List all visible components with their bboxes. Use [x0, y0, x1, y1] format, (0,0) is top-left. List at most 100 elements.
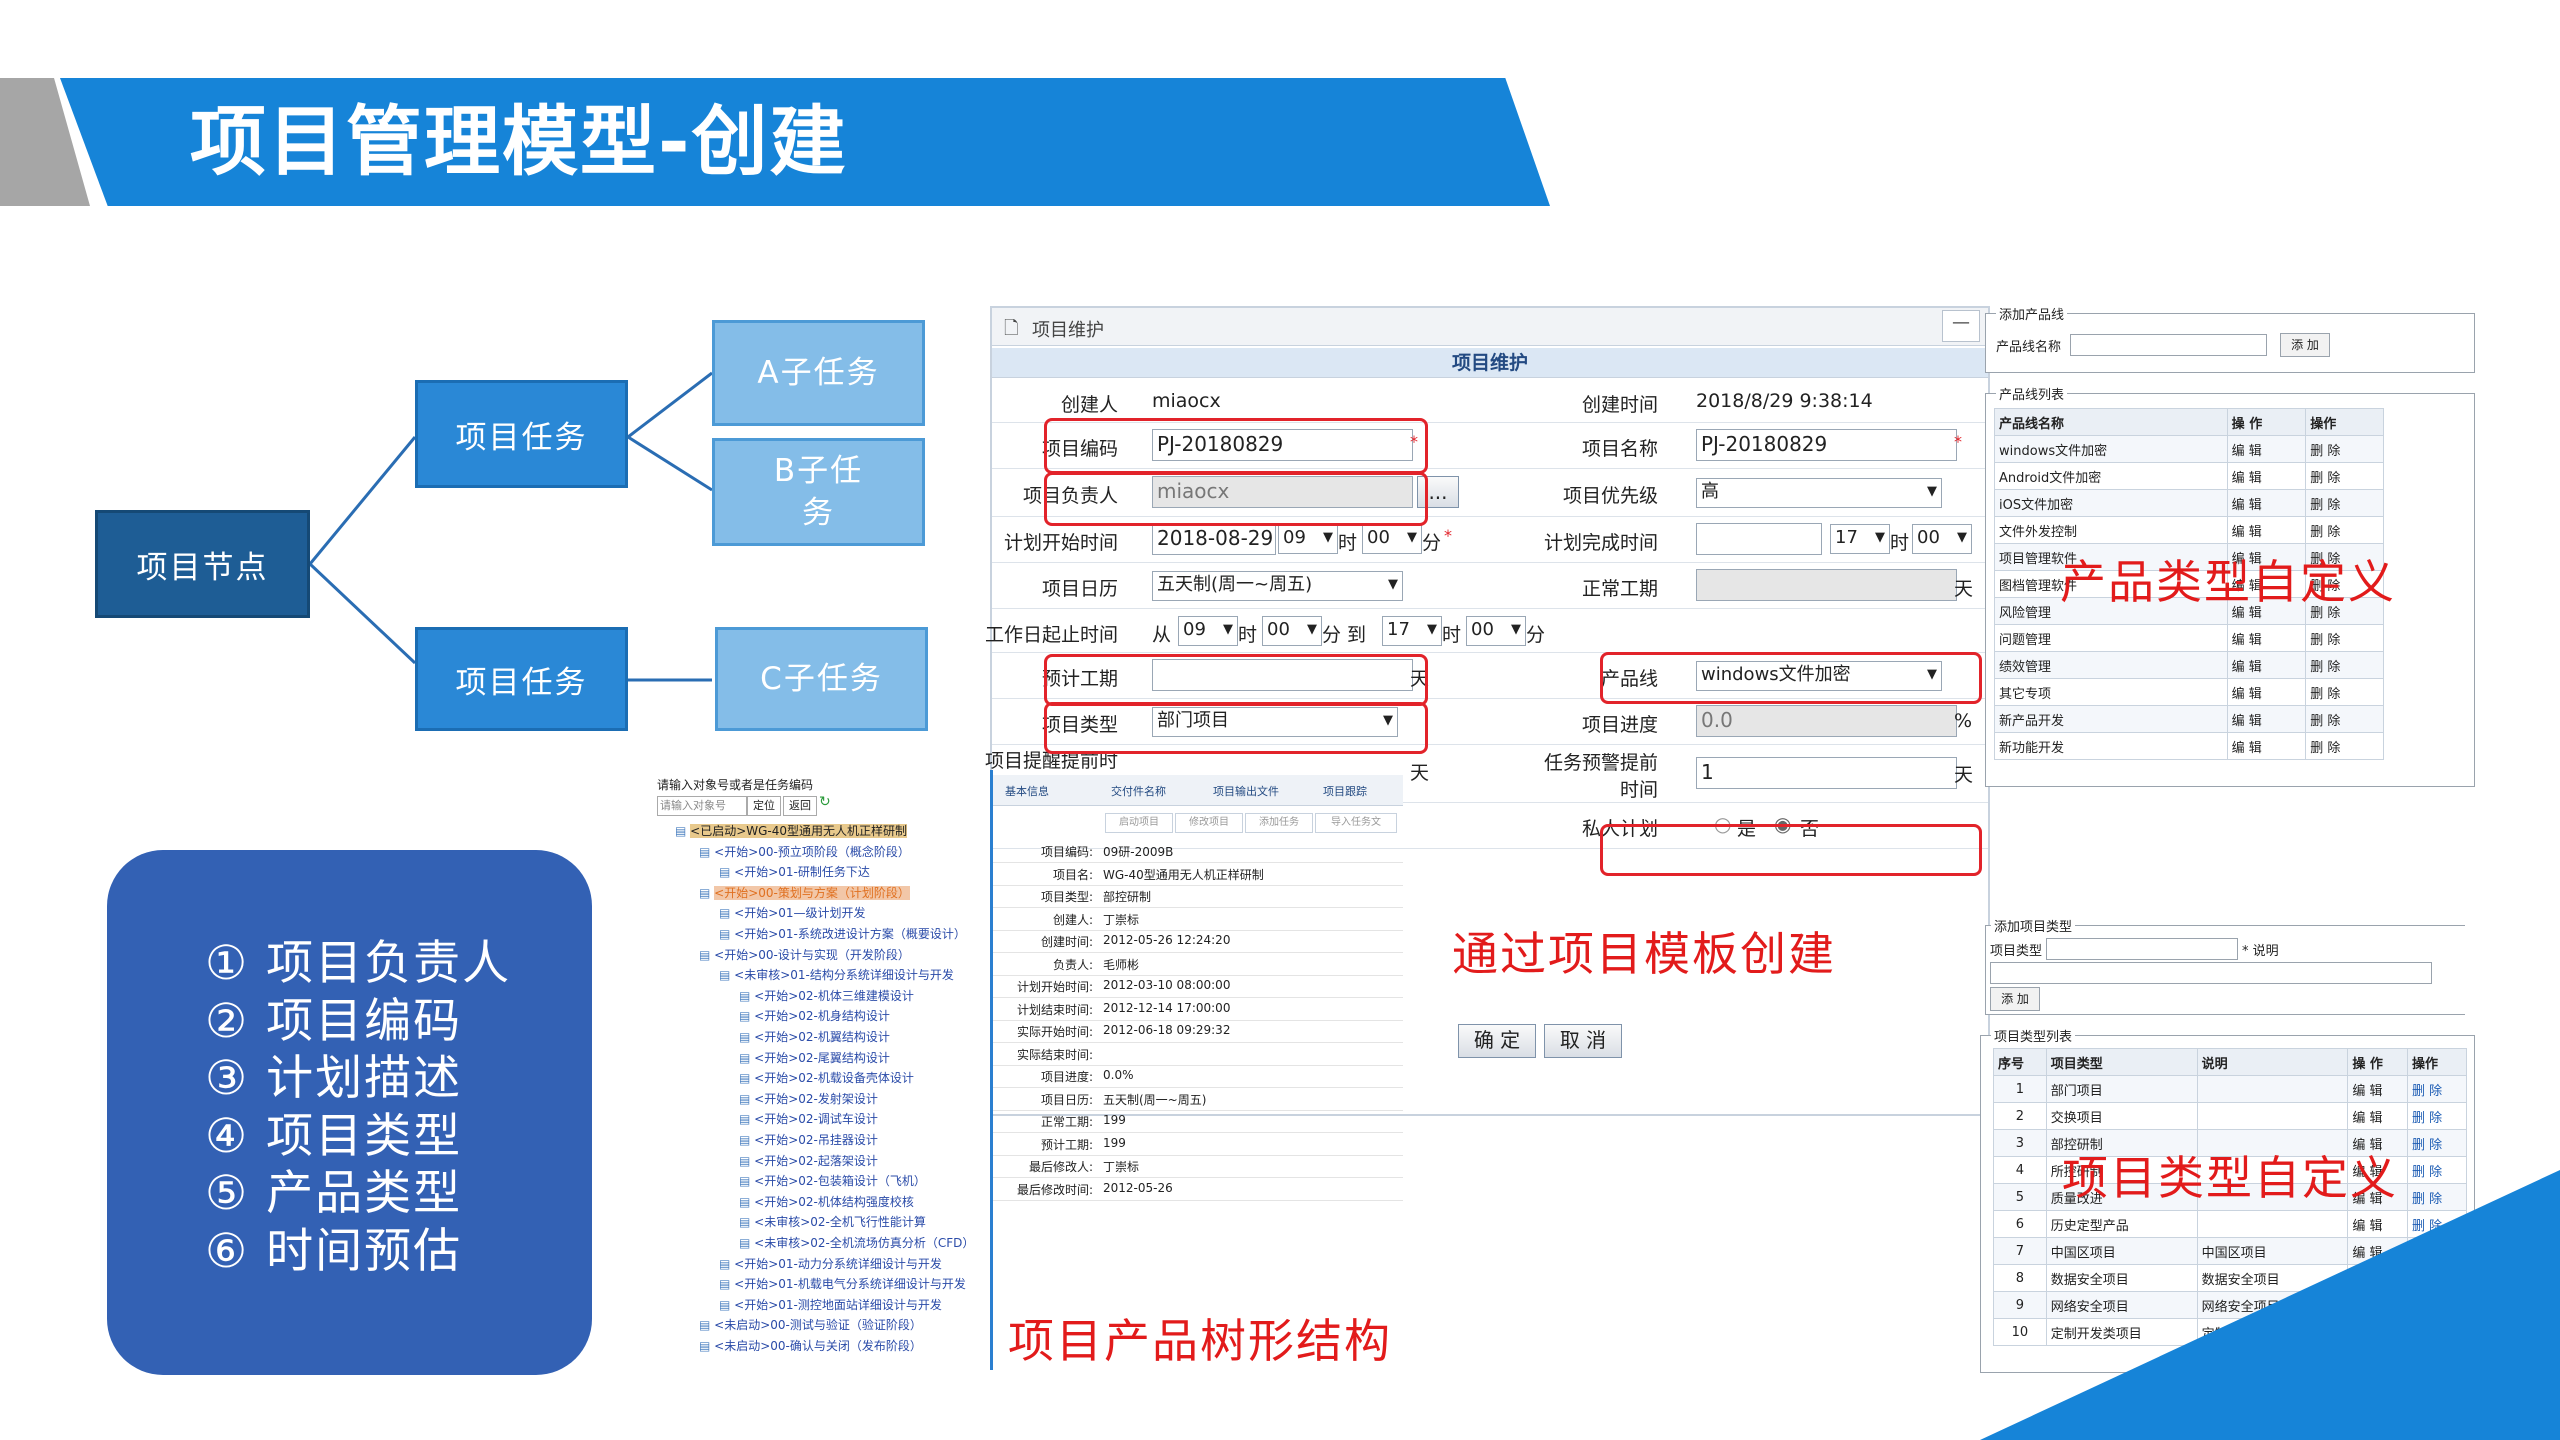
progress-input[interactable]: 0.0 — [1696, 705, 1957, 737]
delete-link[interactable]: 删 除 — [2305, 435, 2384, 463]
tree-node[interactable]: ▤ <开始>02-机体三维建模设计 — [739, 987, 914, 1004]
tree-node[interactable]: ▤ <开始>02-机翼结构设计 — [739, 1028, 890, 1045]
delete-link[interactable]: 删 除 — [2305, 678, 2384, 706]
index-cell: 1 — [1993, 1075, 2047, 1103]
tree-node[interactable]: ▤ <开始>01-动力分系统详细设计与开发 — [719, 1255, 942, 1272]
tree-node[interactable]: ▤ <未审核>02-全机飞行性能计算 — [739, 1213, 926, 1230]
tree-node[interactable]: ▤ <已启动>WG-40型通用无人机正样研制 — [675, 822, 908, 839]
tab-tracking[interactable]: 项目跟踪 — [1323, 783, 1367, 799]
edit-link[interactable]: 编 辑 — [2347, 1075, 2408, 1103]
delete-link[interactable]: 删 除 — [2305, 489, 2384, 517]
delete-link[interactable]: 删 除 — [2406, 1129, 2468, 1157]
tree-node[interactable]: ▤ <开始>01-系统改进设计方案（概要设计） — [719, 925, 966, 942]
workday-start-hour[interactable]: 09 — [1178, 616, 1238, 646]
tab-basic-info[interactable]: 基本信息 — [1005, 783, 1049, 799]
tree-node[interactable]: ▤ <开始>00-预立项阶段（概念阶段） — [699, 843, 910, 860]
normal-days-input[interactable] — [1696, 569, 1957, 601]
detail-value: 2012-05-26 — [1103, 1180, 1173, 1195]
tree-node[interactable]: ▤ <开始>01-测控地面站详细设计与开发 — [719, 1296, 942, 1313]
workday-end-hour[interactable]: 17 — [1382, 616, 1442, 646]
product-name-input[interactable] — [2070, 334, 2267, 356]
tree-node[interactable]: ▤ <开始>02-包装箱设计（飞机） — [739, 1172, 926, 1189]
import-task-button[interactable]: 导入任务文 — [1315, 813, 1397, 833]
tree-node[interactable]: ▤ <开始>02-尾翼结构设计 — [739, 1049, 890, 1066]
index-cell: 8 — [1993, 1264, 2047, 1292]
edit-link[interactable]: 编 辑 — [2226, 624, 2307, 652]
workday-start-min[interactable]: 00 — [1262, 616, 1322, 646]
tree-node[interactable]: ▤ <开始>02-起落架设计 — [739, 1152, 878, 1169]
tree-node[interactable]: ▤ <开始>00-设计与实现（开发阶段） — [699, 946, 910, 963]
normal-days-label: 正常工期 — [1581, 578, 1658, 600]
tree-node[interactable]: ▤ <开始>02-发射架设计 — [739, 1090, 878, 1107]
delete-link[interactable]: 删 除 — [2305, 705, 2384, 733]
workday-end-min[interactable]: 00 — [1466, 616, 1526, 646]
tree-node[interactable]: ▤ <未审核>01-结构分系统详细设计与开发 — [719, 966, 954, 983]
search-input[interactable]: 请输入对象号 — [657, 796, 747, 816]
edit-link[interactable]: 编 辑 — [2347, 1102, 2408, 1130]
edit-project-button[interactable]: 修改项目 — [1175, 813, 1243, 833]
delete-link[interactable]: 删 除 — [2406, 1102, 2468, 1130]
detail-row: 实际结束时间: — [993, 1042, 1403, 1066]
index-cell: 9 — [1993, 1291, 2047, 1319]
plan-end-hour-select[interactable]: 17 — [1830, 524, 1890, 554]
table-header: 说明 — [2196, 1048, 2349, 1076]
tree-node[interactable]: ▤ <未审核>02-全机流场仿真分析（CFD） — [739, 1234, 974, 1251]
edit-link[interactable]: 编 辑 — [2226, 462, 2307, 490]
add-type-button[interactable]: 添 加 — [1990, 987, 2040, 1011]
name-input[interactable]: PJ-20180829 — [1696, 429, 1957, 461]
detail-label: 计划开始时间: — [1016, 980, 1093, 994]
document-icon: 🗋 — [1004, 318, 1019, 339]
plan-start-hour-select[interactable]: 09 — [1278, 524, 1338, 554]
delete-link[interactable]: 删 除 — [2305, 624, 2384, 652]
delete-link[interactable]: 删 除 — [2305, 651, 2384, 679]
task-remind-input[interactable]: 1 — [1696, 757, 1957, 789]
edit-link[interactable]: 编 辑 — [2347, 1210, 2408, 1238]
back-button[interactable]: 返回 — [783, 796, 817, 816]
cancel-button[interactable]: 取 消 — [1544, 1024, 1622, 1058]
tree-node[interactable]: ▤ <开始>00-策划与方案（计划阶段） — [699, 884, 910, 901]
type-note-input[interactable] — [1990, 962, 2432, 984]
calendar-select[interactable]: 五天制(周一~周五) — [1152, 571, 1403, 601]
priority-select[interactable]: 高 — [1696, 478, 1942, 508]
plan-end-date-input[interactable] — [1696, 523, 1822, 555]
edit-link[interactable]: 编 辑 — [2226, 732, 2307, 760]
tree-node[interactable]: ▤ <开始>02-机身结构设计 — [739, 1007, 890, 1024]
edit-link[interactable]: 编 辑 — [2226, 435, 2307, 463]
delete-link[interactable]: 删 除 — [2406, 1075, 2468, 1103]
tree-node[interactable]: ▤ <开始>02-调试车设计 — [739, 1110, 878, 1127]
delete-link[interactable]: 删 除 — [2406, 1183, 2468, 1211]
locate-button[interactable]: 定位 — [747, 796, 781, 816]
plan-start-date-input[interactable]: 2018-08-29 — [1152, 523, 1276, 555]
note-cell — [2196, 1210, 2349, 1238]
tree-node[interactable]: ▤ <开始>01-机载电气分系统详细设计与开发 — [719, 1275, 966, 1292]
ok-button[interactable]: 确 定 — [1458, 1024, 1536, 1058]
edit-link[interactable]: 编 辑 — [2226, 705, 2307, 733]
tree-node[interactable]: ▤ <未启动>00-测试与验证（验证阶段） — [699, 1316, 922, 1333]
tree-node[interactable]: ▤ <开始>01—级计划开发 — [719, 904, 866, 921]
tree-node[interactable]: ▤ <开始>02-机载设备壳体设计 — [739, 1069, 914, 1086]
tree-node[interactable]: ▤ <开始>02-机体结构强度校核 — [739, 1193, 914, 1210]
tree-node[interactable]: ▤ <开始>01-研制任务下达 — [719, 863, 870, 880]
refresh-icon[interactable]: ↻ — [819, 794, 831, 810]
edit-link[interactable]: 编 辑 — [2226, 516, 2307, 544]
delete-link[interactable]: 删 除 — [2305, 462, 2384, 490]
type-name-input[interactable] — [2046, 938, 2238, 960]
name-label: 项目名称 — [1581, 438, 1658, 460]
tree-node[interactable]: ▤ <未启动>00-确认与关闭（发布阶段） — [699, 1337, 922, 1354]
delete-link[interactable]: 删 除 — [2305, 516, 2384, 544]
edit-link[interactable]: 编 辑 — [2226, 651, 2307, 679]
plan-end-min-select[interactable]: 00 — [1912, 524, 1972, 554]
edit-link[interactable]: 编 辑 — [2226, 678, 2307, 706]
tab-deliverables[interactable]: 交付件名称 — [1111, 783, 1166, 799]
edit-link[interactable]: 编 辑 — [2226, 489, 2307, 517]
tree-node[interactable]: ▤ <开始>02-吊挂器设计 — [739, 1131, 878, 1148]
delete-link[interactable]: 删 除 — [2305, 732, 2384, 760]
add-task-button[interactable]: 添加任务 — [1245, 813, 1313, 833]
tab-output-files[interactable]: 项目输出文件 — [1213, 783, 1279, 799]
delete-link[interactable]: 删 除 — [2406, 1156, 2468, 1184]
minimize-button[interactable]: — — [1942, 310, 1980, 342]
plan-start-min-select[interactable]: 00 — [1362, 524, 1422, 554]
add-product-button[interactable]: 添 加 — [2280, 333, 2330, 357]
start-project-button[interactable]: 启动项目 — [1105, 813, 1173, 833]
detail-label: 项目编码: — [1040, 845, 1093, 859]
